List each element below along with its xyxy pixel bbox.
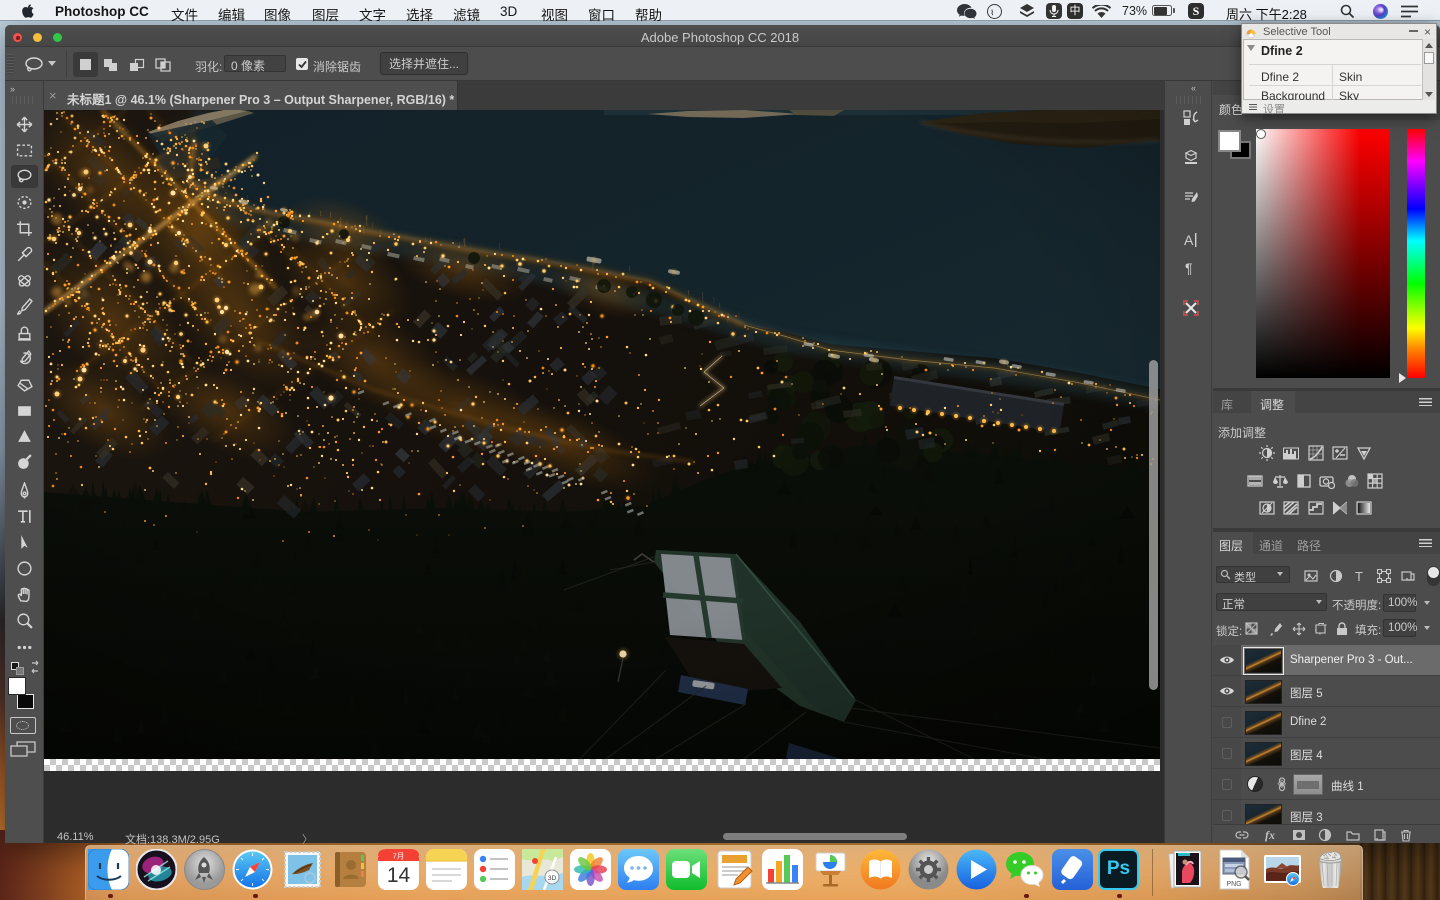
svg-text:¶: ¶ xyxy=(1185,260,1193,276)
svg-text:T: T xyxy=(1355,569,1363,583)
svg-text:7月: 7月 xyxy=(393,852,405,861)
svg-text:3D: 3D xyxy=(548,875,557,882)
svg-text:14: 14 xyxy=(387,864,411,887)
svg-text:A: A xyxy=(1184,232,1194,248)
svg-text:fx: fx xyxy=(1265,828,1275,842)
svg-text:PNG: PNG xyxy=(1226,881,1241,888)
